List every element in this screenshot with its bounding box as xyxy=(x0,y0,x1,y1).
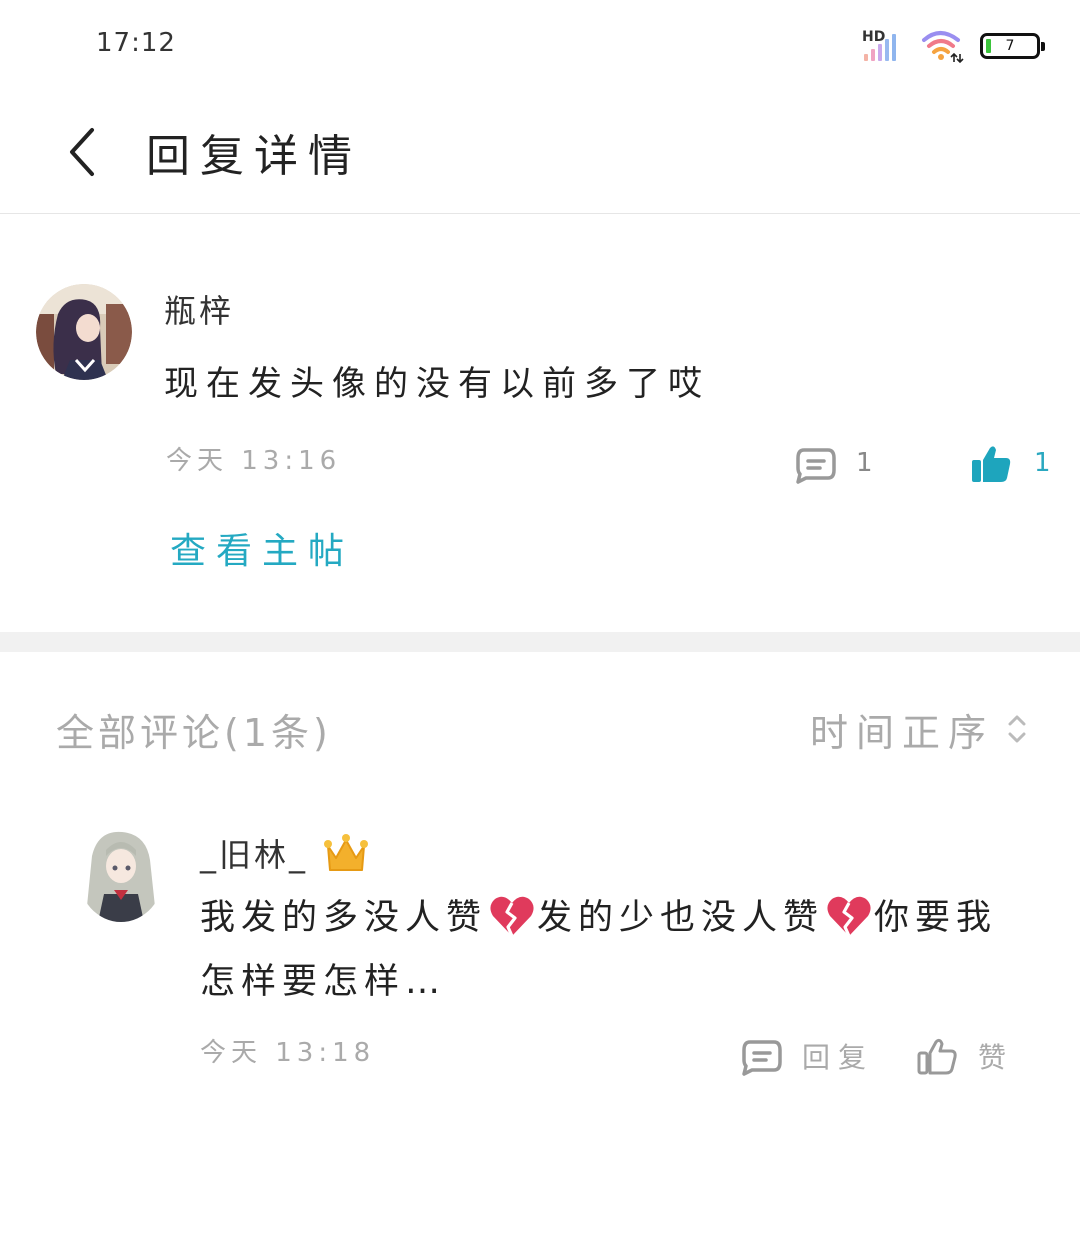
battery-level: 7 xyxy=(1005,38,1015,54)
author-name[interactable]: 瓶梓 xyxy=(164,286,234,332)
status-time: 17:12 xyxy=(96,28,176,58)
sort-arrows-icon[interactable] xyxy=(1004,712,1030,746)
crown-icon xyxy=(324,834,368,871)
comment-timestamp: 今天 13:18 xyxy=(200,1038,376,1068)
sort-toggle[interactable]: 时间正序 xyxy=(810,702,994,757)
comment-text-part: 我发的多没人赞 xyxy=(200,898,488,938)
section-divider xyxy=(0,632,1080,652)
like-button[interactable]: 赞 xyxy=(978,1036,1006,1076)
comment-icon[interactable] xyxy=(794,446,838,484)
battery-icon: 7 xyxy=(980,33,1045,59)
reply-text: 现在发头像的没有以前多了哎 xyxy=(164,364,710,404)
comment-count: 1 xyxy=(856,448,873,478)
like-count: 1 xyxy=(1034,448,1051,478)
thumbs-up-icon[interactable] xyxy=(970,444,1012,484)
comment-icon[interactable] xyxy=(740,1038,784,1076)
comment-text-part: 发的少也没人赞 xyxy=(537,898,825,938)
comment-author-name[interactable]: _旧林_ xyxy=(200,830,308,876)
back-button[interactable] xyxy=(62,120,112,184)
avatar[interactable] xyxy=(78,826,164,922)
header-divider xyxy=(0,213,1080,214)
broken-heart-icon xyxy=(490,896,534,937)
avatar[interactable] xyxy=(36,284,132,380)
reply-timestamp: 今天 13:16 xyxy=(166,446,342,476)
broken-heart-icon xyxy=(827,896,871,937)
reply-button[interactable]: 回复 xyxy=(802,1036,874,1076)
comment-text: 我发的多没人赞 发的少也没人赞 你要我怎样要怎样… xyxy=(200,886,1000,1014)
view-main-post-link[interactable]: 查看主帖 xyxy=(170,522,354,574)
wifi-icon xyxy=(922,31,964,64)
signal-icon: HD xyxy=(862,29,904,63)
thumbs-up-icon[interactable] xyxy=(916,1036,958,1076)
status-icons: HD 7 xyxy=(862,26,1045,66)
page-title: 回复详情 xyxy=(146,131,362,182)
comments-heading: 全部评论(1条) xyxy=(56,711,332,755)
